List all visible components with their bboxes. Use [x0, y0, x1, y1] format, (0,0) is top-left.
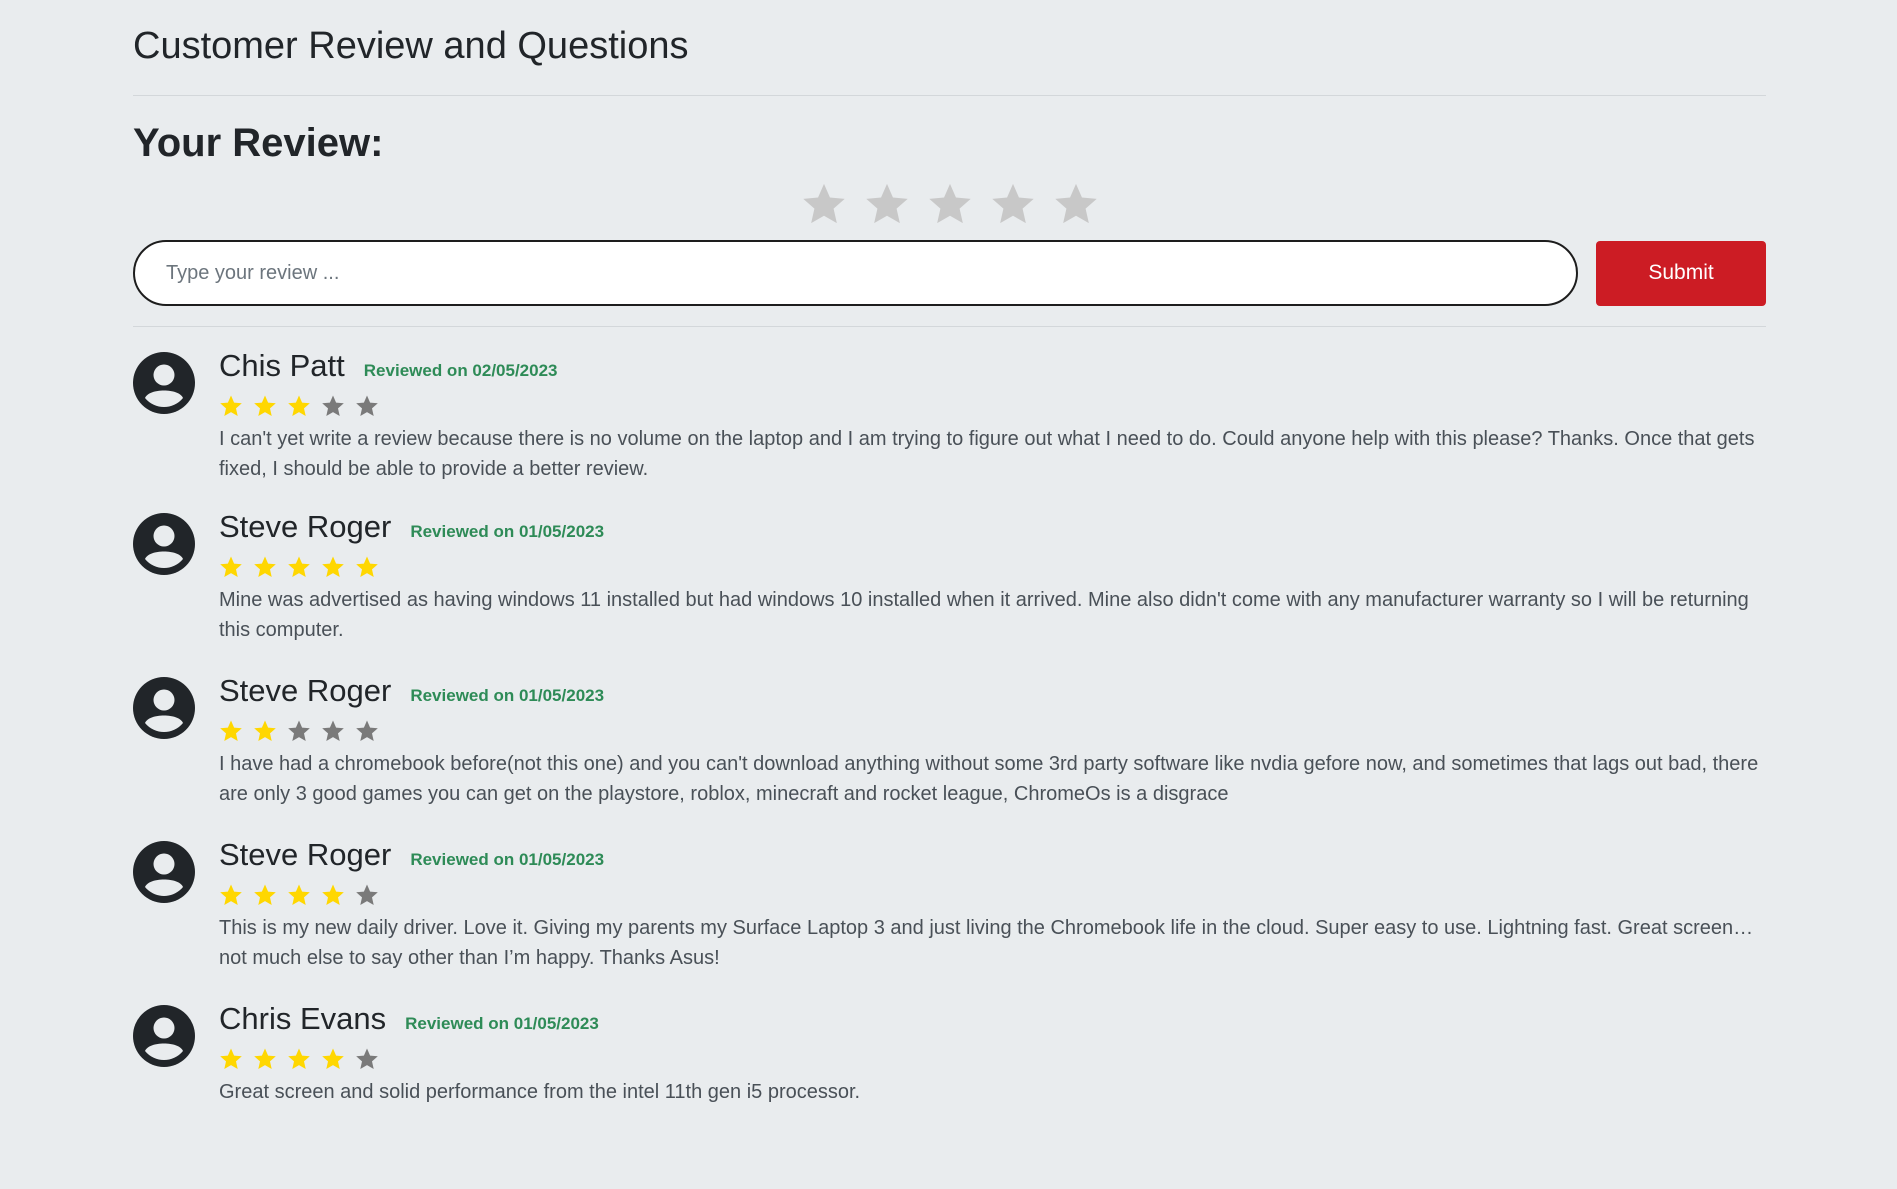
- user-avatar-icon: [133, 841, 195, 903]
- star-filled-icon: [254, 556, 276, 577]
- rating-star-icon[interactable]: [1053, 181, 1099, 227]
- star-filled-icon: [288, 395, 310, 416]
- rating-star-icon[interactable]: [801, 181, 847, 227]
- review-date: Reviewed on 01/05/2023: [410, 686, 605, 705]
- star-filled-icon: [322, 556, 344, 577]
- star-filled-icon: [356, 556, 378, 577]
- star-filled-icon: [254, 884, 276, 905]
- reviewer-name: Chris Evans: [219, 1001, 387, 1036]
- reviewer-name: Chis Patt: [219, 348, 345, 383]
- star-filled-icon: [220, 395, 242, 416]
- review-input[interactable]: [133, 240, 1579, 306]
- star-filled-icon: [220, 884, 242, 905]
- review-text: This is my new daily driver. Love it. Gi…: [219, 917, 1754, 969]
- review-item: Steve Roger Reviewed on 01/05/2023 Mine …: [133, 507, 1766, 647]
- star-empty-icon: [288, 720, 310, 741]
- review-date: Reviewed on 01/05/2023: [405, 1014, 599, 1033]
- star-empty-icon: [356, 720, 378, 741]
- star-filled-icon: [220, 720, 242, 741]
- star-empty-icon: [356, 1048, 378, 1069]
- review-date: Reviewed on 02/05/2023: [363, 361, 558, 380]
- reviews-list: Chis Patt Reviewed on 02/05/2023 I can't…: [133, 346, 1766, 1139]
- user-avatar-icon: [133, 1005, 195, 1067]
- reviewer-name: Steve Roger: [219, 509, 392, 544]
- star-filled-icon: [254, 395, 276, 416]
- review-rating: [219, 719, 1766, 743]
- review-text: I can't yet write a review because there…: [219, 428, 1755, 480]
- star-filled-icon: [288, 1048, 310, 1069]
- review-date: Reviewed on 01/05/2023: [410, 522, 605, 541]
- review-item: Steve Roger Reviewed on 01/05/2023 This …: [133, 835, 1766, 975]
- your-review-heading: Your Review:: [133, 121, 384, 165]
- review-rating: [219, 555, 1766, 579]
- section-title: Customer Review and Questions: [133, 25, 689, 67]
- review-text: I have had a chromebook before(not this …: [219, 753, 1759, 805]
- divider: [133, 326, 1766, 327]
- rating-star-icon[interactable]: [990, 181, 1036, 227]
- review-rating: [219, 1047, 1766, 1071]
- rating-star-icon[interactable]: [927, 181, 973, 227]
- review-item: Steve Roger Reviewed on 01/05/2023 I hav…: [133, 671, 1766, 811]
- star-filled-icon: [322, 884, 344, 905]
- star-filled-icon: [220, 556, 242, 577]
- review-rating: [219, 883, 1766, 907]
- review-date: Reviewed on 01/05/2023: [410, 850, 605, 869]
- review-section: Customer Review and Questions Your Revie…: [133, 0, 1766, 1163]
- star-empty-icon: [356, 395, 378, 416]
- user-avatar-icon: [133, 513, 195, 575]
- reviewer-name: Steve Roger: [219, 673, 392, 708]
- star-rating-input[interactable]: [133, 175, 1766, 233]
- user-avatar-icon: [133, 677, 195, 739]
- divider: [133, 95, 1766, 96]
- review-item: Chris Evans Reviewed on 01/05/2023 Great…: [133, 999, 1766, 1139]
- review-rating: [219, 394, 1766, 418]
- user-avatar-icon: [133, 352, 195, 414]
- reviewer-name: Steve Roger: [219, 837, 392, 872]
- review-text: Mine was advertised as having windows 11…: [219, 589, 1749, 641]
- star-filled-icon: [220, 1048, 242, 1069]
- star-filled-icon: [254, 720, 276, 741]
- review-item: Chis Patt Reviewed on 02/05/2023 I can't…: [133, 346, 1766, 486]
- star-empty-icon: [322, 720, 344, 741]
- star-empty-icon: [356, 884, 378, 905]
- review-text: Great screen and solid performance from …: [219, 1081, 861, 1103]
- star-filled-icon: [254, 1048, 276, 1069]
- star-filled-icon: [288, 884, 310, 905]
- review-form: Submit: [133, 240, 1766, 306]
- star-empty-icon: [322, 395, 344, 416]
- star-filled-icon: [322, 1048, 344, 1069]
- rating-star-icon[interactable]: [864, 181, 910, 227]
- submit-button[interactable]: Submit: [1596, 240, 1766, 306]
- star-filled-icon: [288, 556, 310, 577]
